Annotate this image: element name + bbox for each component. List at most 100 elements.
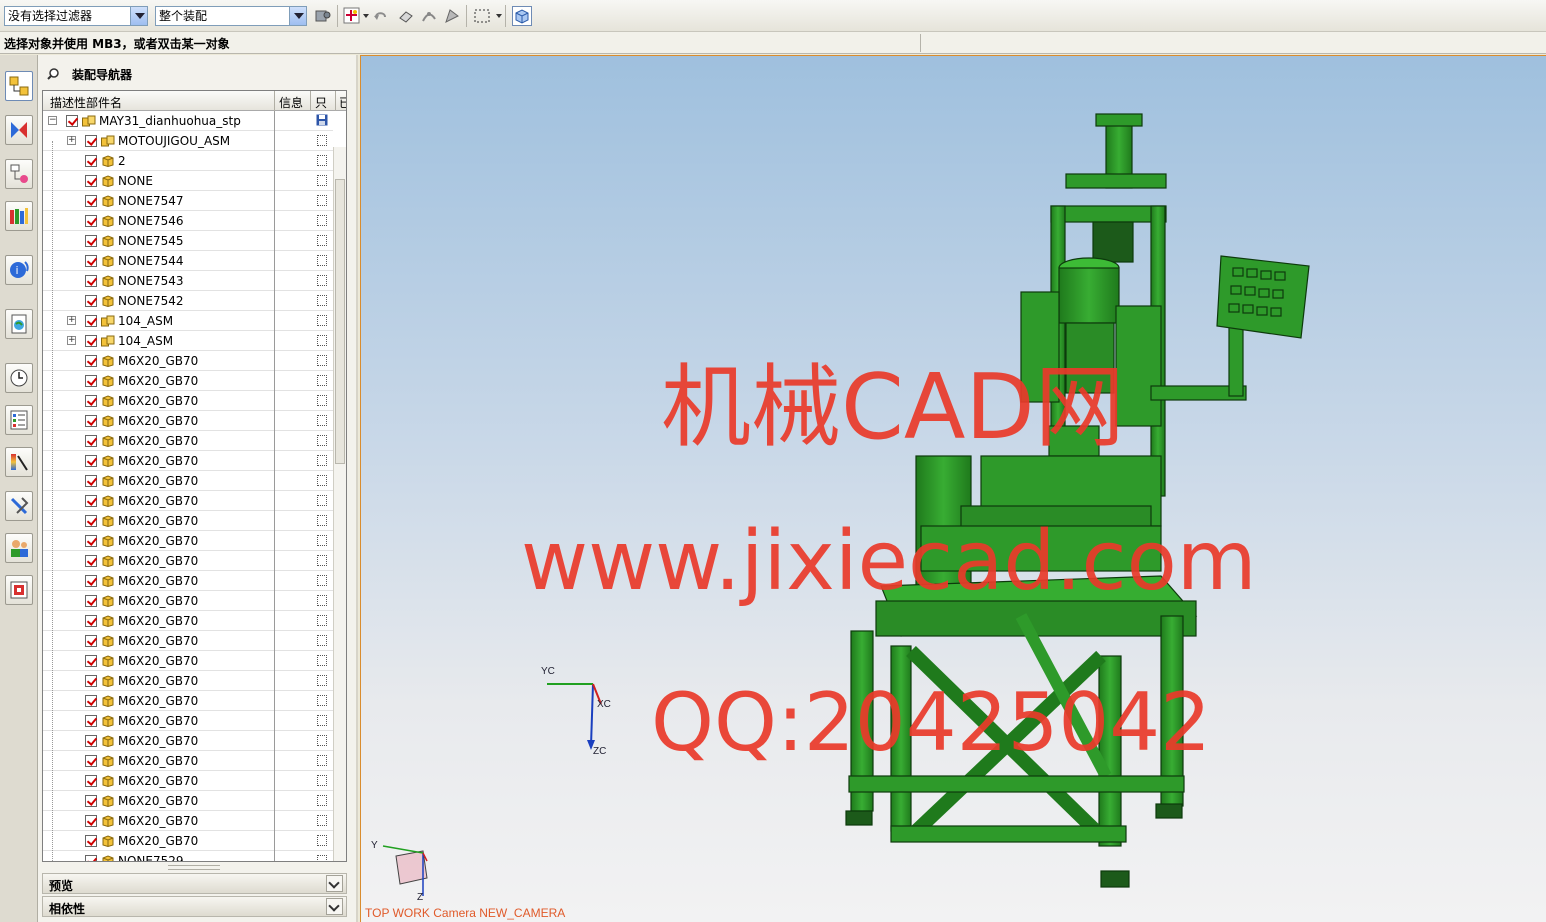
tree-row[interactable]: M6X20_GB70 — [43, 611, 333, 631]
tree-row[interactable]: NONE7529 — [43, 851, 333, 861]
tree-row[interactable]: NONE7542 — [43, 291, 333, 311]
checkbox[interactable] — [85, 355, 97, 367]
checkbox[interactable] — [85, 215, 97, 227]
eraser-button[interactable] — [396, 6, 416, 26]
checkbox[interactable] — [85, 755, 97, 767]
tree-row[interactable]: NONE7545 — [43, 231, 333, 251]
tree-row[interactable]: NONE7544 — [43, 251, 333, 271]
checkbox[interactable] — [85, 395, 97, 407]
hd3d-tools-tab[interactable]: i — [5, 255, 33, 285]
checkbox[interactable] — [85, 555, 97, 567]
checkbox[interactable] — [85, 495, 97, 507]
checkbox[interactable] — [85, 235, 97, 247]
rectangle-select-button[interactable] — [472, 6, 492, 26]
checkbox[interactable] — [85, 295, 97, 307]
checkbox[interactable] — [85, 835, 97, 847]
column-header-readonly[interactable]: 只 — [315, 94, 327, 111]
checkbox[interactable] — [85, 655, 97, 667]
pin-icon[interactable] — [46, 67, 60, 81]
tree-row[interactable]: M6X20_GB70 — [43, 651, 333, 671]
tree-row[interactable]: M6X20_GB70 — [43, 431, 333, 451]
tree-row[interactable]: M6X20_GB70 — [43, 371, 333, 391]
manufacturing-wizard-tab[interactable] — [5, 491, 33, 521]
chevron-down-icon[interactable] — [496, 14, 502, 18]
selection-filter-dropdown[interactable]: 没有选择过滤器 — [4, 6, 148, 26]
tree-row[interactable]: M6X20_GB70 — [43, 511, 333, 531]
checkbox[interactable] — [66, 115, 78, 127]
checkbox[interactable] — [85, 455, 97, 467]
assembly-tree[interactable]: 描述性部件名 信息 只 已 − MAY31_dianhuohua_stp + MOTO… — [42, 90, 347, 862]
tree-row-root[interactable]: − MAY31_dianhuohua_stp — [43, 111, 333, 131]
tree-row[interactable]: M6X20_GB70 — [43, 591, 333, 611]
tree-row[interactable]: M6X20_GB70 — [43, 791, 333, 811]
tree-row[interactable]: M6X20_GB70 — [43, 771, 333, 791]
checkbox[interactable] — [85, 195, 97, 207]
web-browser-tab[interactable] — [5, 309, 33, 339]
checkbox[interactable] — [85, 375, 97, 387]
checkbox[interactable] — [85, 615, 97, 627]
collapse-icon[interactable]: − — [48, 116, 57, 125]
tree-row[interactable]: M6X20_GB70 — [43, 491, 333, 511]
checkbox[interactable] — [85, 775, 97, 787]
face-rule-button[interactable] — [442, 6, 462, 26]
tree-row[interactable]: NONE7547 — [43, 191, 333, 211]
checkbox[interactable] — [85, 635, 97, 647]
column-header-info[interactable]: 信息 — [279, 94, 303, 111]
checkbox[interactable] — [85, 315, 97, 327]
snap-point-button[interactable] — [342, 6, 362, 26]
tree-row[interactable]: +104_ASM — [43, 311, 333, 331]
tree-row[interactable]: M6X20_GB70 — [43, 471, 333, 491]
tree-row[interactable]: M6X20_GB70 — [43, 451, 333, 471]
checkbox[interactable] — [85, 415, 97, 427]
part-navigator-tab[interactable] — [5, 159, 33, 189]
filter-settings-button[interactable] — [313, 6, 333, 26]
tree-row[interactable]: NONE7543 — [43, 271, 333, 291]
tree-row[interactable]: M6X20_GB70 — [43, 691, 333, 711]
checkbox[interactable] — [85, 435, 97, 447]
tree-row[interactable]: M6X20_GB70 — [43, 391, 333, 411]
expand-icon[interactable]: + — [67, 136, 76, 145]
tree-row[interactable]: +104_ASM — [43, 331, 333, 351]
vertical-scroll-thumb[interactable] — [335, 179, 345, 464]
tree-row[interactable]: M6X20_GB70 — [43, 411, 333, 431]
expand-icon[interactable]: + — [67, 336, 76, 345]
tree-row[interactable]: M6X20_GB70 — [43, 531, 333, 551]
tree-row[interactable]: M6X20_GB70 — [43, 831, 333, 851]
checkbox[interactable] — [85, 155, 97, 167]
tree-row[interactable]: M6X20_GB70 — [43, 551, 333, 571]
checkbox[interactable] — [85, 275, 97, 287]
expand-icon[interactable]: + — [67, 316, 76, 325]
tree-vertical-scrollbar[interactable] — [333, 147, 346, 861]
column-header-extra[interactable]: 已 — [339, 94, 346, 111]
checkbox[interactable] — [85, 515, 97, 527]
checkbox[interactable] — [85, 255, 97, 267]
checkbox[interactable] — [85, 855, 97, 861]
column-header-name[interactable]: 描述性部件名 — [50, 94, 122, 111]
reuse-library-tab[interactable] — [5, 201, 33, 231]
assembly-model-view[interactable] — [361, 56, 1546, 922]
checkbox[interactable] — [85, 735, 97, 747]
chevron-down-icon[interactable] — [326, 898, 343, 915]
process-studio-tab[interactable] — [5, 447, 33, 477]
system-scene-tab[interactable] — [5, 575, 33, 605]
checkbox[interactable] — [85, 475, 97, 487]
constraint-navigator-tab[interactable] — [5, 115, 33, 145]
tree-row[interactable]: M6X20_GB70 — [43, 711, 333, 731]
chevron-down-icon[interactable] — [289, 7, 306, 25]
checkbox[interactable] — [85, 795, 97, 807]
checkbox[interactable] — [85, 335, 97, 347]
checkbox[interactable] — [85, 135, 97, 147]
panel-splitter[interactable] — [168, 865, 220, 870]
history-tab[interactable] — [5, 363, 33, 393]
roles-tab[interactable] — [5, 533, 33, 563]
view-cube-button[interactable] — [512, 6, 532, 26]
graphics-window[interactable]: YC XC ZC Y Z 机械CAD网 www.jixiecad.com QQ:… — [360, 55, 1546, 922]
chevron-down-icon[interactable] — [363, 14, 369, 18]
tree-row[interactable]: NONE — [43, 171, 333, 191]
dependency-section[interactable]: 相依性 — [42, 896, 347, 917]
assembly-navigator-tab[interactable] — [5, 71, 33, 101]
checkbox[interactable] — [85, 715, 97, 727]
tree-row[interactable]: M6X20_GB70 — [43, 811, 333, 831]
checkbox[interactable] — [85, 695, 97, 707]
tree-row[interactable]: M6X20_GB70 — [43, 731, 333, 751]
